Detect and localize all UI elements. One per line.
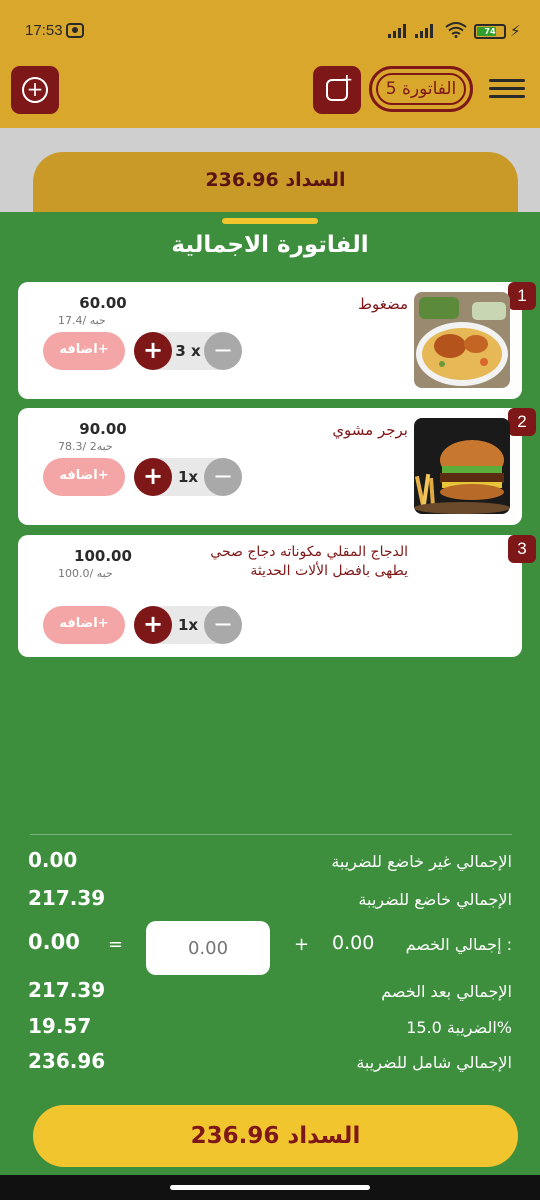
sheet-drag-handle[interactable] — [222, 218, 318, 224]
battery-icon: 74 — [474, 24, 506, 39]
signal-icon-2 — [415, 24, 433, 38]
increase-quantity-button[interactable]: + — [134, 606, 172, 644]
home-gesture-handle[interactable] — [170, 1185, 370, 1190]
item-price: 100.00 — [74, 547, 132, 565]
signal-icon — [388, 24, 406, 38]
quantity-value: 3 x — [175, 342, 201, 360]
item-price: 90.00 — [79, 420, 127, 438]
item-price: 60.00 — [79, 294, 127, 312]
item-number-badge: 2 — [508, 408, 536, 436]
total-label: الإجمالي شامل للضريبة — [356, 1053, 512, 1072]
invoice-counter-label: الفاتورة 5 — [376, 73, 466, 105]
decrease-quantity-button[interactable]: − — [204, 458, 242, 496]
burger-fries-image — [414, 418, 510, 514]
add-extra-button[interactable]: اضافه+ — [43, 606, 125, 644]
kabsa-chicken-rice-image — [414, 292, 510, 388]
new-note-button[interactable]: + — [313, 66, 361, 114]
item-image — [414, 292, 510, 388]
status-bar: 17:53 74 ⚡ — [0, 0, 540, 64]
discount-input[interactable] — [146, 921, 270, 975]
quantity-stepper: + 1x − — [134, 458, 242, 496]
invoice-counter[interactable]: الفاتورة 5 — [369, 66, 473, 112]
item-image — [414, 418, 510, 514]
invoice-item-card: 1 مضغوط 60.00 17.4/ حبه اضافه+ + 3 x − — [18, 282, 536, 399]
increase-quantity-button[interactable]: + — [134, 332, 172, 370]
taxable-value: 217.39 — [28, 886, 106, 910]
pay-button-label: السداد 236.96 — [190, 1123, 361, 1149]
summary-divider — [30, 834, 512, 835]
item-name: برجر مشوي — [332, 421, 408, 439]
battery-text: 74 — [484, 27, 496, 36]
discount-equals-sign: = — [108, 934, 124, 955]
item-unit-price: 78.3/ حبه2 — [58, 440, 113, 453]
decrease-quantity-button[interactable]: − — [204, 606, 242, 644]
item-name: الدجاج المقلي مكوناته دجاج صحي يطهى بافض… — [210, 544, 408, 579]
taxable-label: الإجمالي خاضع للضريبة — [358, 890, 512, 909]
add-invoice-button[interactable]: + — [11, 66, 59, 114]
discount-result: 0.00 — [28, 930, 80, 954]
notification-icon — [66, 23, 84, 38]
invoice-item-card: 2 برجر مشوي 90.00 78.3/ حبه2 اضافه+ + 1x… — [18, 408, 536, 525]
after-discount-value: 217.39 — [28, 978, 106, 1002]
non-taxable-label: الإجمالي غير خاضع للضريبة — [331, 852, 512, 871]
background-pay-button: السداد 236.96 — [33, 152, 518, 212]
tax-value: 19.57 — [28, 1014, 92, 1038]
increase-quantity-button[interactable]: + — [134, 458, 172, 496]
non-taxable-value: 0.00 — [28, 848, 78, 872]
add-extra-button[interactable]: اضافه+ — [43, 458, 125, 496]
charging-icon: ⚡ — [510, 22, 521, 40]
item-name: مضغوط — [358, 295, 408, 313]
quantity-value: 1x — [177, 468, 199, 486]
plus-circle-icon: + — [22, 77, 48, 103]
quantity-stepper: + 3 x − — [134, 332, 242, 370]
decrease-quantity-button[interactable]: − — [204, 332, 242, 370]
hamburger-menu-icon[interactable] — [489, 79, 525, 99]
pay-button[interactable]: السداد 236.96 — [33, 1105, 518, 1167]
discount-plus-sign: + — [294, 934, 310, 955]
item-unit-price: 100.0/ حبه — [58, 567, 113, 580]
wifi-icon — [445, 22, 467, 38]
background-pay-label: السداد 236.96 — [205, 169, 346, 191]
sheet-title: الفاتورة الاجمالية — [171, 232, 369, 258]
item-unit-price: 17.4/ حبه — [58, 314, 106, 327]
tax-label: الضريبة 15.0% — [406, 1018, 512, 1037]
invoice-item-card: 3 الدجاج المقلي مكوناته دجاج صحي يطهى با… — [18, 535, 536, 657]
quantity-stepper: + 1x − — [134, 606, 242, 644]
status-time: 17:53 — [25, 22, 63, 39]
discount-value: 0.00 — [332, 932, 375, 954]
after-discount-label: الإجمالي بعد الخصم — [381, 982, 512, 1001]
add-extra-button[interactable]: اضافه+ — [43, 332, 125, 370]
item-number-badge: 1 — [508, 282, 536, 310]
total-value: 236.96 — [28, 1049, 106, 1073]
item-number-badge: 3 — [508, 535, 536, 563]
plus-icon: + — [341, 72, 353, 88]
quantity-value: 1x — [177, 616, 199, 634]
